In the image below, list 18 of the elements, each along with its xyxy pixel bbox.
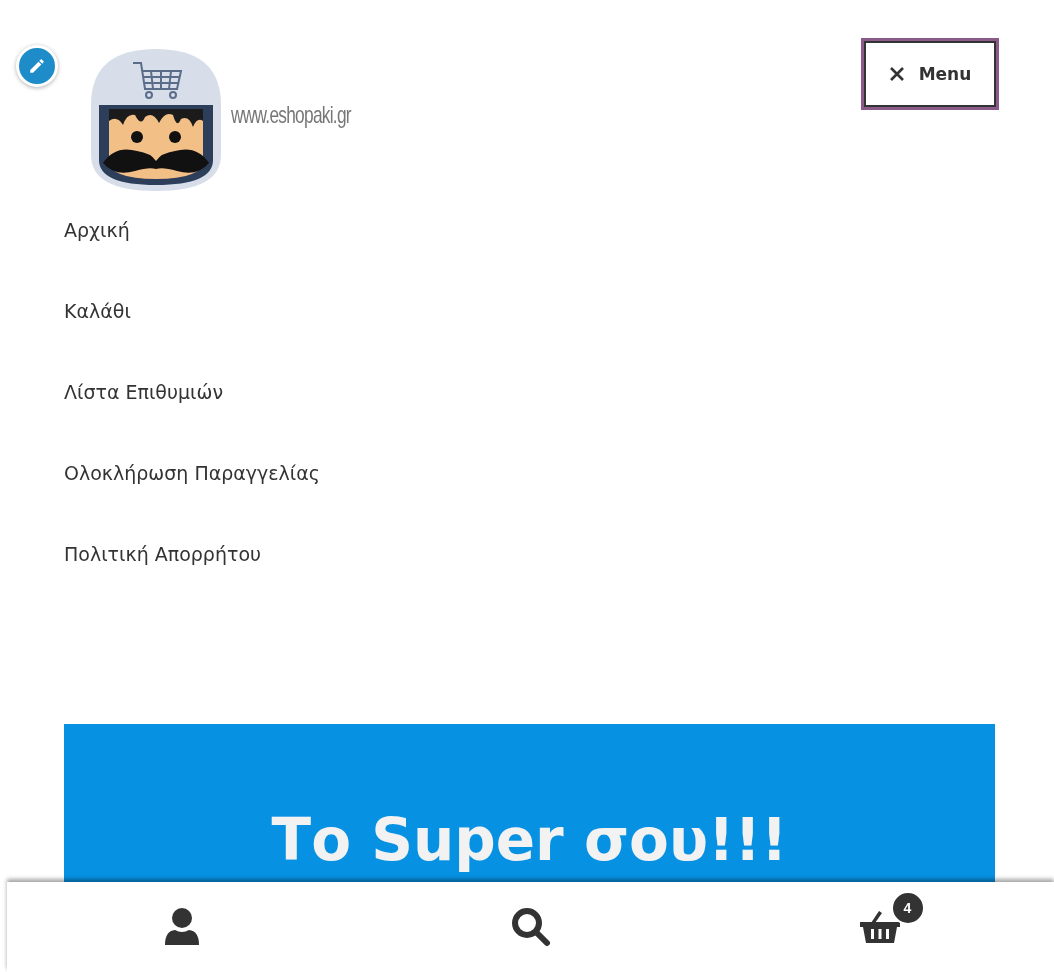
nav-link[interactable]: Ολοκλήρωση Παραγγελίας xyxy=(64,461,320,542)
banner-title: Το Super σου!!! xyxy=(271,805,788,876)
logo-text: www.eshopaki.gr xyxy=(231,101,351,129)
cart-button[interactable]: 4 xyxy=(858,891,925,945)
pencil-icon xyxy=(28,57,46,75)
menu-button[interactable]: Menu xyxy=(863,40,997,108)
account-button[interactable] xyxy=(162,907,201,947)
cart-count-badge: 4 xyxy=(890,891,925,925)
nav-link[interactable]: Λίστα Επιθυμιών xyxy=(64,380,223,461)
close-icon xyxy=(888,66,905,82)
nav-link[interactable]: Καλάθι xyxy=(64,299,131,380)
basket-icon xyxy=(858,909,901,945)
search-icon xyxy=(510,907,551,947)
search-button[interactable] xyxy=(510,907,551,947)
nav-link[interactable]: Αρχική xyxy=(64,218,130,299)
user-icon xyxy=(162,907,201,947)
nav-link[interactable]: Πολιτική Απορρήτου xyxy=(64,542,261,623)
edit-button[interactable] xyxy=(16,45,58,87)
